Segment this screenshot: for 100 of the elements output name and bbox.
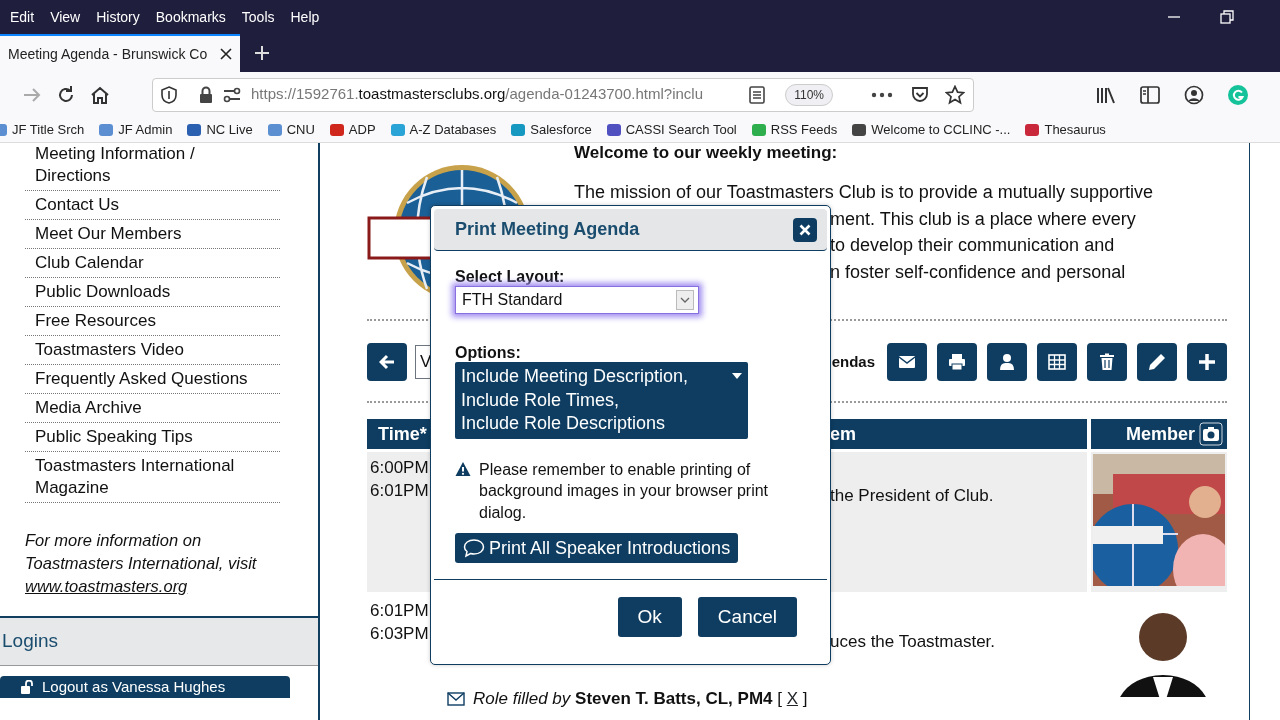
reader-view-icon[interactable] — [749, 85, 766, 104]
pencil-icon — [1148, 353, 1166, 371]
caret-icon — [732, 373, 742, 379]
close-button[interactable] — [793, 217, 817, 242]
time-cell-text: 6:03PM — [370, 623, 429, 645]
table-icon — [1048, 353, 1066, 371]
close-icon[interactable] — [220, 48, 232, 60]
warning-icon — [455, 460, 471, 477]
url-text[interactable]: https://1592761.toastmastersclubs.org/agenda-01243700.html?inclu — [251, 83, 722, 106]
bookmark-item[interactable]: Thesaurus — [1024, 119, 1106, 140]
toolbar-button[interactable] — [937, 343, 977, 381]
home-icon[interactable] — [90, 84, 110, 105]
camera-icon[interactable] — [1199, 422, 1223, 446]
cancel-button[interactable]: Cancel — [697, 597, 797, 637]
toolbar-button[interactable] — [1187, 343, 1227, 381]
time-cell-text: 6:01PM — [370, 600, 429, 622]
bookmark-item[interactable]: NC Live — [186, 119, 253, 140]
close-icon — [799, 223, 811, 236]
bookmark-item[interactable]: JF Admin — [98, 119, 173, 140]
bookmark-item[interactable]: CNU — [266, 119, 315, 140]
welcome-heading: Welcome to our weekly meeting: — [574, 143, 839, 163]
role-note: Role filled by Steven T. Batts, CL, PM4 [ X ] — [473, 688, 808, 710]
logins-header: Logins — [0, 616, 318, 666]
tab-title: Meeting Agenda - Brunswick Co — [8, 44, 209, 64]
sidebar-link[interactable]: Meet Our Members — [25, 220, 280, 249]
sidebar-link[interactable]: Club Calendar — [25, 249, 280, 278]
print-icon — [948, 353, 966, 371]
toolbar-button[interactable] — [887, 343, 927, 381]
arrow-left-icon — [379, 354, 395, 370]
person-icon — [998, 353, 1016, 371]
sidebar-link[interactable]: Frequently Asked Questions — [25, 365, 280, 394]
unlock-icon — [20, 680, 34, 694]
library-icon[interactable] — [1096, 85, 1116, 104]
field-label: Select Layout: — [455, 268, 565, 286]
sidebar-link[interactable]: Toastmasters International Magazine — [25, 452, 280, 503]
menu-item[interactable]: History — [96, 6, 140, 28]
email-icon — [898, 353, 916, 371]
time-cell-text: 6:01PM — [370, 480, 429, 502]
info-note: For more information on Toastmasters International, visit www.toastmasters.org — [25, 530, 258, 597]
account-icon[interactable] — [1184, 84, 1204, 105]
mission-text: n foster self-confidence and personal — [830, 260, 1127, 284]
bookmark-item[interactable]: A-Z Databases — [389, 119, 497, 140]
logout-button[interactable]: Logout as Vanessa Hughes — [0, 676, 290, 698]
column-header: Time* — [378, 422, 427, 446]
toolbar-button[interactable] — [987, 343, 1027, 381]
sidebar-link[interactable]: Public Speaking Tips — [25, 423, 280, 452]
lock-icon[interactable] — [199, 85, 213, 104]
time-cell-text: 6:00PM — [370, 457, 429, 479]
sidebar-icon[interactable] — [1140, 85, 1160, 104]
reload-icon[interactable] — [56, 84, 76, 105]
more-icon[interactable] — [871, 91, 893, 98]
sidebar-link[interactable]: Contact Us — [25, 191, 280, 220]
menu-item[interactable]: Bookmarks — [155, 6, 226, 28]
item-cell-text: uces the Toastmaster. — [830, 631, 996, 653]
toolbar-button[interactable] — [1037, 343, 1077, 381]
mission-text: to develop their communication and — [830, 234, 1116, 257]
permissions-icon[interactable] — [223, 86, 241, 103]
menu-item[interactable]: Tools — [241, 6, 275, 28]
sidebar-link[interactable]: Public Downloads — [25, 278, 280, 307]
bookmark-item[interactable]: CASSI Search Tool — [605, 119, 737, 140]
layout-select[interactable]: FTH Standard — [455, 286, 699, 314]
menu-item[interactable]: Help — [290, 6, 320, 28]
back-button[interactable] — [367, 343, 407, 381]
address-bar[interactable]: https://1592761.toastmastersclubs.org/agenda-01243700.html?inclu 110% — [152, 77, 974, 112]
forward-icon — [22, 85, 42, 104]
sidebar-link[interactable]: Media Archive — [25, 394, 280, 423]
remove-link[interactable]: X — [786, 689, 798, 708]
toolbar-button[interactable] — [1087, 343, 1127, 381]
field-label: Options: — [455, 344, 521, 362]
envelope-icon[interactable] — [447, 691, 465, 706]
pocket-icon[interactable] — [911, 85, 929, 104]
bookmark-item[interactable]: Welcome to CCLINC -... — [851, 119, 1011, 140]
shield-icon[interactable] — [161, 85, 177, 104]
speech-bubble-icon — [463, 538, 485, 558]
mission-text: ment. This club is a place where every — [830, 207, 1137, 231]
restore-icon[interactable] — [1220, 10, 1234, 24]
toolbar-button[interactable] — [1137, 343, 1177, 381]
menu-item[interactable]: View — [50, 6, 81, 28]
zoom-level[interactable]: 110% — [785, 83, 833, 106]
bookmark-item[interactable]: ADP — [328, 119, 376, 140]
mission-text: The mission of our Toastmasters Club is to provide a mutually supportive — [574, 181, 1153, 204]
bookmark-item[interactable]: RSS Feeds — [750, 119, 838, 140]
column-header: Member — [1125, 422, 1195, 446]
options-select[interactable]: Include Meeting Description, Include Role Times, Include Role Descriptions — [455, 362, 748, 439]
bookmark-item[interactable]: Salesforce — [510, 119, 592, 140]
browser-tab[interactable]: Meeting Agenda - Brunswick Co — [0, 34, 240, 72]
speaker-introductions-button[interactable]: Print All Speaker Introductions — [455, 533, 739, 563]
bookmark-item[interactable]: JF Title Srch — [0, 119, 85, 140]
sidebar-link[interactable]: Toastmasters Video — [25, 336, 280, 365]
sidebar-link[interactable]: Free Resources — [25, 307, 280, 336]
sidebar-link[interactable]: Meeting Information / Directions — [25, 143, 280, 191]
dialog-title: Print Meeting Agenda — [455, 218, 640, 241]
website-link[interactable]: www.toastmasters.org — [25, 577, 188, 595]
column-header: em — [830, 422, 857, 446]
menu-item[interactable]: Edit — [10, 6, 35, 28]
agendas-label: endas — [831, 351, 875, 372]
item-cell-text: the President of Club. — [830, 485, 994, 507]
star-icon[interactable] — [945, 84, 965, 105]
new-tab-icon[interactable] — [254, 45, 270, 61]
ok-button[interactable]: Ok — [617, 597, 682, 637]
